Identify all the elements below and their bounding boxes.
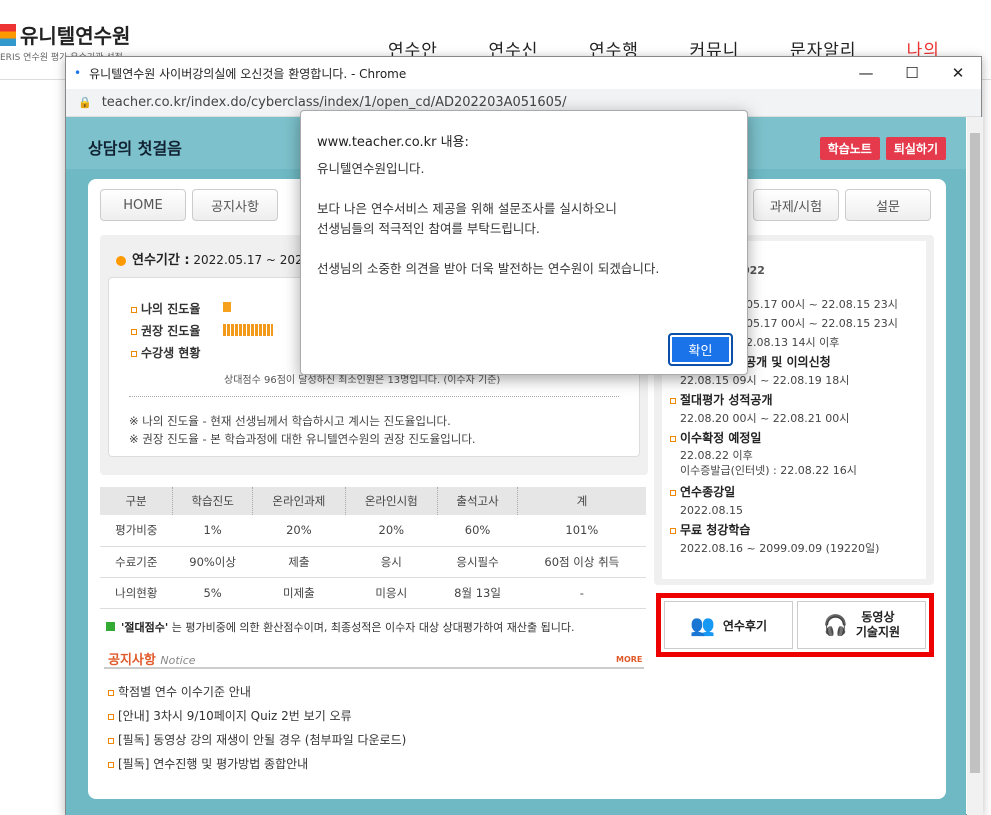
my-progress-label: 나의 진도율 xyxy=(131,300,200,317)
column-header: 구분 xyxy=(100,487,174,515)
progress-notes: ※ 나의 진도율 - 현재 선생님께서 학습하시고 계시는 진도율입니다. ※ … xyxy=(129,412,476,448)
course-title: 상담의 첫걸음 xyxy=(88,139,182,158)
notice-item[interactable]: [필독] 동영상 강의 재생이 안될 경우 (첨부파일 다운로드) xyxy=(108,731,406,755)
tab-survey[interactable]: 설문 xyxy=(845,189,931,221)
schedule-line: 22.08.22 이후 xyxy=(680,449,753,462)
notice-item[interactable]: [필독] 연수진행 및 평가방법 종합안내 xyxy=(108,755,406,779)
my-progress-bar xyxy=(223,302,231,312)
schedule-heading: 이수확정 예정일 xyxy=(670,431,761,446)
student-status-label: 수강생 현황 xyxy=(131,344,200,361)
notice-more-link[interactable]: MORE xyxy=(616,655,642,664)
divider xyxy=(129,396,619,397)
rec-progress-label: 권장 진도율 xyxy=(131,322,200,339)
bullet-icon xyxy=(108,737,114,744)
tab-notice[interactable]: 공지사항 xyxy=(192,189,278,221)
period-value: 2022.05.17 ~ 2022 xyxy=(193,253,311,267)
tech-support-button[interactable]: 🎧 동영상 기술지원 xyxy=(797,601,926,649)
table-row: 평가비중 1% 20% 20% 60% 101% xyxy=(100,515,646,547)
bullet-icon xyxy=(131,350,137,357)
tab-home[interactable]: HOME xyxy=(100,189,186,221)
schedule-line: 2.08.13 14시 이후 xyxy=(746,336,840,349)
absolute-score-note: '절대점수' 는 평가비중에 의한 환산점수이며, 최종성적은 이수자 대상 상… xyxy=(106,619,575,635)
schedule-heading: 절대평가 성적공개 xyxy=(670,393,773,408)
table-row: 나의현황 5% 미제출 미응시 8월 13일 - xyxy=(100,577,646,609)
minimize-button[interactable]: — xyxy=(843,57,889,89)
alert-dialog: www.teacher.co.kr 내용: 유니텔연수원입니다. 보다 나은 연… xyxy=(300,110,748,375)
headset-icon: 🎧 xyxy=(822,613,848,637)
schedule-line: 2022.08.15 xyxy=(680,504,743,517)
schedule-line: 22.08.20 00시 ~ 22.08.21 00시 xyxy=(680,412,850,425)
scrollbar[interactable] xyxy=(967,117,983,815)
bullet-icon xyxy=(131,328,137,335)
rec-progress-bar xyxy=(223,324,273,336)
bullet-icon xyxy=(670,490,676,496)
exit-button[interactable]: 퇴실하기 xyxy=(885,137,946,160)
notice-title: 공지사항 Notice xyxy=(108,653,196,668)
tab-bar: HOME 공지사항 xyxy=(100,189,278,221)
schedule-heading: 연수종강일 xyxy=(670,485,735,500)
scrollbar-thumb[interactable] xyxy=(970,133,980,773)
schedule-line: 22.08.15 09시 ~ 22.08.19 18시 xyxy=(680,374,850,387)
schedule-heading: 무료 청강학습 xyxy=(670,523,750,538)
quick-links-highlight: 👥 연수후기 🎧 동영상 기술지원 xyxy=(656,593,934,657)
bullet-icon xyxy=(116,255,126,266)
period-label: 연수기간 : xyxy=(132,253,190,268)
header-buttons: 학습노트 퇴실하기 xyxy=(819,137,946,160)
ok-button[interactable]: 확인 xyxy=(668,333,733,366)
review-label: 연수후기 xyxy=(722,618,768,633)
support-label: 동영상 기술지원 xyxy=(855,610,901,639)
logo-icon xyxy=(0,23,16,46)
bullet-icon xyxy=(106,622,115,631)
note-line: ※ 나의 진도율 - 현재 선생님께서 학습하시고 계시는 진도율입니다. xyxy=(129,414,451,428)
schedule-heading: 답공개 및 이의신청 xyxy=(734,355,831,369)
table-header: 구분 학습진도 온라인과제 온라인시험 출석고사 계 xyxy=(100,487,646,515)
close-button[interactable]: ✕ xyxy=(935,57,981,89)
schedule-line: 2022.08.16 ~ 2099.09.09 (19220일) xyxy=(680,542,880,555)
logo-text: 유니텔연수원 xyxy=(20,24,131,48)
dialog-message: 유니텔연수원입니다. 보다 나은 연수서비스 제공을 위해 설문조사를 실시하오… xyxy=(317,161,660,276)
column-header: 학습진도 xyxy=(172,487,254,515)
schedule-line: 이수증발급(인터넷) : 22.08.22 16시 xyxy=(680,464,857,477)
note-line: ※ 권장 진도율 - 본 학습과정에 대한 유니텔연수원의 권장 진도율입니다. xyxy=(129,432,476,446)
notice-item[interactable]: [안내] 3차시 9/10페이지 Quiz 2번 보기 오류 xyxy=(108,707,406,731)
maximize-button[interactable]: ☐ xyxy=(889,57,935,89)
window-controls: — ☐ ✕ xyxy=(843,57,981,89)
column-header: 출석고사 xyxy=(437,487,519,515)
divider xyxy=(104,667,644,669)
column-header: 온라인시험 xyxy=(345,487,438,515)
bullet-icon xyxy=(108,689,114,696)
column-header: 계 xyxy=(517,487,646,515)
people-icon: 👥 xyxy=(689,613,715,637)
lock-icon: 🔒 xyxy=(78,96,92,109)
bullet-icon xyxy=(108,713,114,720)
schedule-line: 05.17 00시 ~ 22.08.15 23시 xyxy=(746,317,898,330)
site-logo[interactable]: 유니텔연수원 xyxy=(0,20,130,49)
url-text: teacher.co.kr/index.do/cyberclass/index/… xyxy=(101,95,567,110)
bullet-icon xyxy=(131,306,137,313)
bullet-icon xyxy=(670,436,676,442)
dialog-title: www.teacher.co.kr 내용: xyxy=(317,135,469,150)
bullet-icon xyxy=(108,761,114,768)
notice-list: 학점별 연수 이수기준 안내 [안내] 3차시 9/10페이지 Quiz 2번 … xyxy=(108,683,406,779)
tab-assignment[interactable]: 과제/시험 xyxy=(753,189,839,221)
chrome-icon: • xyxy=(74,66,82,80)
review-button[interactable]: 👥 연수후기 xyxy=(664,601,793,649)
study-period: 연수기간 : 2022.05.17 ~ 2022 xyxy=(116,249,310,268)
bullet-icon xyxy=(670,528,676,534)
schedule-line: 05.17 00시 ~ 22.08.15 23시 xyxy=(746,298,898,311)
window-title: 유니텔연수원 사이버강의실에 오신것을 환영합니다. - Chrome xyxy=(89,66,407,81)
column-header: 온라인과제 xyxy=(252,487,346,515)
notice-item[interactable]: 학점별 연수 이수기준 안내 xyxy=(108,683,406,707)
tab-bar-right: 과제/시험 설문 xyxy=(753,189,931,221)
bullet-icon xyxy=(670,398,676,404)
table-row: 수료기준 90%이상 제출 응시 응시필수 60점 이상 취득 xyxy=(100,546,646,578)
score-table: 구분 학습진도 온라인과제 온라인시험 출석고사 계 평가비중 1% 20% 20% 6… xyxy=(100,487,646,609)
study-note-button[interactable]: 학습노트 xyxy=(819,137,880,160)
